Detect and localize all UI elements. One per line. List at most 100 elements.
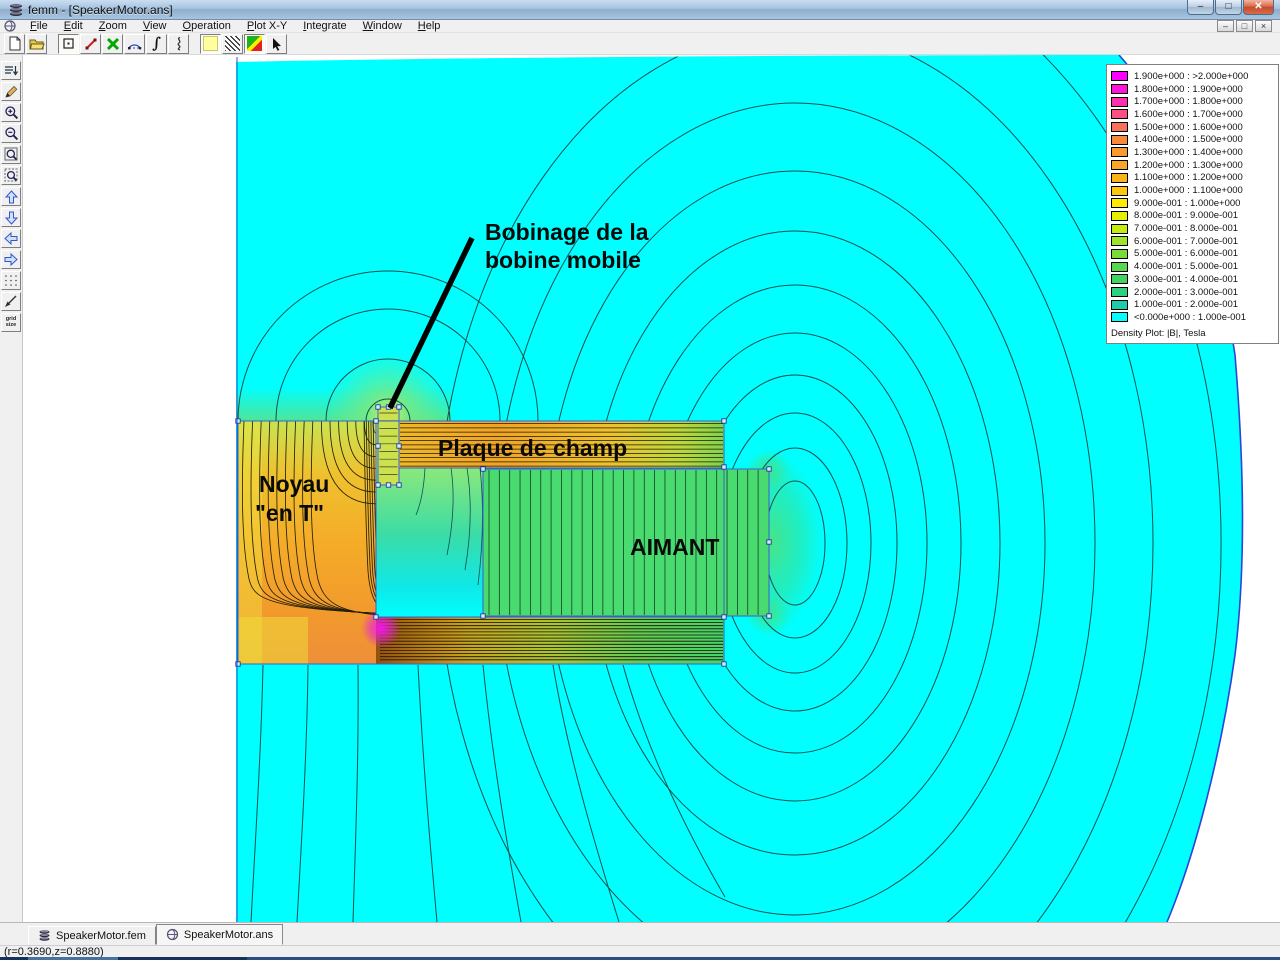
open-file-button[interactable] [26, 33, 47, 54]
zoom-window-button[interactable] [1, 145, 21, 164]
legend-entry: 8.000e-001 : 9.000e-001 [1111, 210, 1278, 223]
mdi-restore-button[interactable]: □ [1236, 20, 1253, 32]
legend-entry: 1.300e+000 : 1.400e+000 [1111, 146, 1278, 159]
legend-swatch [1111, 122, 1128, 133]
density-legend: 1.900e+000 : >2.000e+000 1.800e+000 : 1.… [1106, 64, 1279, 344]
menu-integrate[interactable]: Integrate [295, 20, 354, 33]
legend-entry: 1.000e-001 : 2.000e-001 [1111, 298, 1278, 311]
femm-window: femm - [SpeakerMotor.ans] – □ ✕ File Edi… [0, 0, 1280, 960]
toolbar: ∫ [0, 33, 1280, 55]
field-plot[interactable]: Bobinage de la bobine mobile Plaque de c… [23, 55, 1280, 922]
legend-swatch [1111, 198, 1128, 209]
mesh-plot-button[interactable] [222, 33, 243, 54]
legend-swatch [1111, 274, 1128, 285]
annotation-coil-1: Bobinage de la [485, 219, 649, 245]
arc-segment-button[interactable] [124, 33, 145, 54]
mesh-plot-icon [225, 36, 240, 51]
annotation-core-2: "en T" [255, 500, 324, 526]
legend-swatch [1111, 134, 1128, 145]
pencil-icon [5, 85, 18, 98]
menu-plot-xy[interactable]: Plot X-Y [239, 20, 295, 33]
grid-size-label-2: size [5, 321, 17, 328]
density-plot-button[interactable] [244, 33, 265, 54]
edit-plot-button[interactable] [1, 82, 21, 101]
grid-toggle-button[interactable] [1, 271, 21, 290]
density-plot-icon [247, 36, 262, 51]
maximize-button[interactable]: □ [1215, 0, 1242, 15]
tab-label: SpeakerMotor.fem [56, 929, 146, 942]
point-tool-icon [63, 38, 74, 49]
green-cross-icon [106, 37, 119, 50]
legend-swatch [1111, 299, 1128, 310]
legend-entry: 6.000e-001 : 7.000e-001 [1111, 235, 1278, 248]
ans-file-icon [166, 928, 179, 941]
pan-up-button[interactable] [1, 187, 21, 206]
integral-icon: ∫ [152, 34, 161, 52]
zoom-window-icon [4, 147, 17, 161]
red-line-icon [85, 38, 96, 49]
pan-right-button[interactable] [1, 250, 21, 269]
menu-zoom[interactable]: Zoom [91, 20, 135, 33]
zoom-out-button[interactable] [1, 124, 21, 143]
legend-swatch [1111, 287, 1128, 298]
block-select-mode-button[interactable] [102, 33, 123, 54]
zoom-extents-button[interactable] [1, 166, 21, 185]
close-button[interactable]: ✕ [1243, 0, 1274, 15]
legend-entry: 1.000e+000 : 1.100e+000 [1111, 184, 1278, 197]
list-apply-icon [5, 66, 18, 76]
menu-edit[interactable]: Edit [56, 20, 91, 33]
contour-plot-button[interactable] [200, 33, 221, 54]
minimize-button[interactable]: – [1187, 0, 1214, 15]
legend-swatch [1111, 172, 1128, 183]
fan-doc-icon [4, 20, 16, 32]
menu-help[interactable]: Help [410, 20, 449, 33]
menu-window[interactable]: Window [355, 20, 410, 33]
annotation-magnet: AIMANT [630, 534, 719, 560]
legend-entry: 1.600e+000 : 1.700e+000 [1111, 108, 1278, 121]
up-arrow-icon [4, 189, 18, 203]
tab-speakermotor-fem[interactable]: SpeakerMotor.fem [28, 926, 156, 945]
grid-size-button[interactable]: grid size [1, 313, 21, 332]
legend-swatch [1111, 109, 1128, 120]
pan-left-button[interactable] [1, 229, 21, 248]
zoom-out-icon [4, 127, 18, 141]
legend-swatch [1111, 147, 1128, 158]
pointer-button[interactable] [266, 33, 287, 54]
results-apply-button[interactable] [1, 61, 21, 80]
legend-swatch [1111, 223, 1128, 234]
point-values-mode-button[interactable] [58, 33, 79, 54]
legend-entry: <0.000e+000 : 1.000e-001 [1111, 311, 1278, 324]
legend-caption: Density Plot: |B|, Tesla [1111, 327, 1206, 339]
legend-swatch [1111, 71, 1128, 82]
legend-swatch [1111, 236, 1128, 247]
menu-operation[interactable]: Operation [175, 20, 239, 33]
zoom-extents-icon [4, 168, 17, 182]
legend-swatch [1111, 210, 1128, 221]
pan-down-button[interactable] [1, 208, 21, 227]
snap-grid-button[interactable] [1, 292, 21, 311]
zoom-in-button[interactable] [1, 103, 21, 122]
line-integral-button[interactable]: ∫ [146, 33, 167, 54]
plot-canvas[interactable]: Bobinage de la bobine mobile Plaque de c… [22, 55, 1280, 922]
grid-dots-icon [5, 275, 17, 286]
arc-icon [128, 44, 142, 50]
legend-entry: 1.100e+000 : 1.200e+000 [1111, 172, 1278, 185]
legend-entry: 1.500e+000 : 1.600e+000 [1111, 121, 1278, 134]
document-tab-bar: SpeakerMotor.fem SpeakerMotor.ans [0, 922, 1280, 945]
contour-plot-icon [203, 36, 218, 51]
menu-view[interactable]: View [135, 20, 175, 33]
tab-speakermotor-ans[interactable]: SpeakerMotor.ans [155, 924, 284, 945]
spring-icon [10, 3, 22, 16]
line-contour-mode-button[interactable] [80, 33, 101, 54]
legend-entry: 3.000e-001 : 4.000e-001 [1111, 273, 1278, 286]
mdi-close-button[interactable]: × [1255, 20, 1272, 32]
femm-app-icon[interactable] [8, 2, 24, 18]
mdi-minimize-button[interactable]: – [1217, 20, 1234, 32]
annotation-core-1: Noyau [259, 471, 329, 497]
legend-swatch [1111, 185, 1128, 196]
legend-entry: 1.800e+000 : 1.900e+000 [1111, 83, 1278, 96]
menu-file[interactable]: File [22, 20, 56, 33]
new-file-button[interactable] [4, 33, 25, 54]
solution-document-icon[interactable] [3, 20, 17, 32]
vector-plot-button[interactable] [168, 33, 189, 54]
